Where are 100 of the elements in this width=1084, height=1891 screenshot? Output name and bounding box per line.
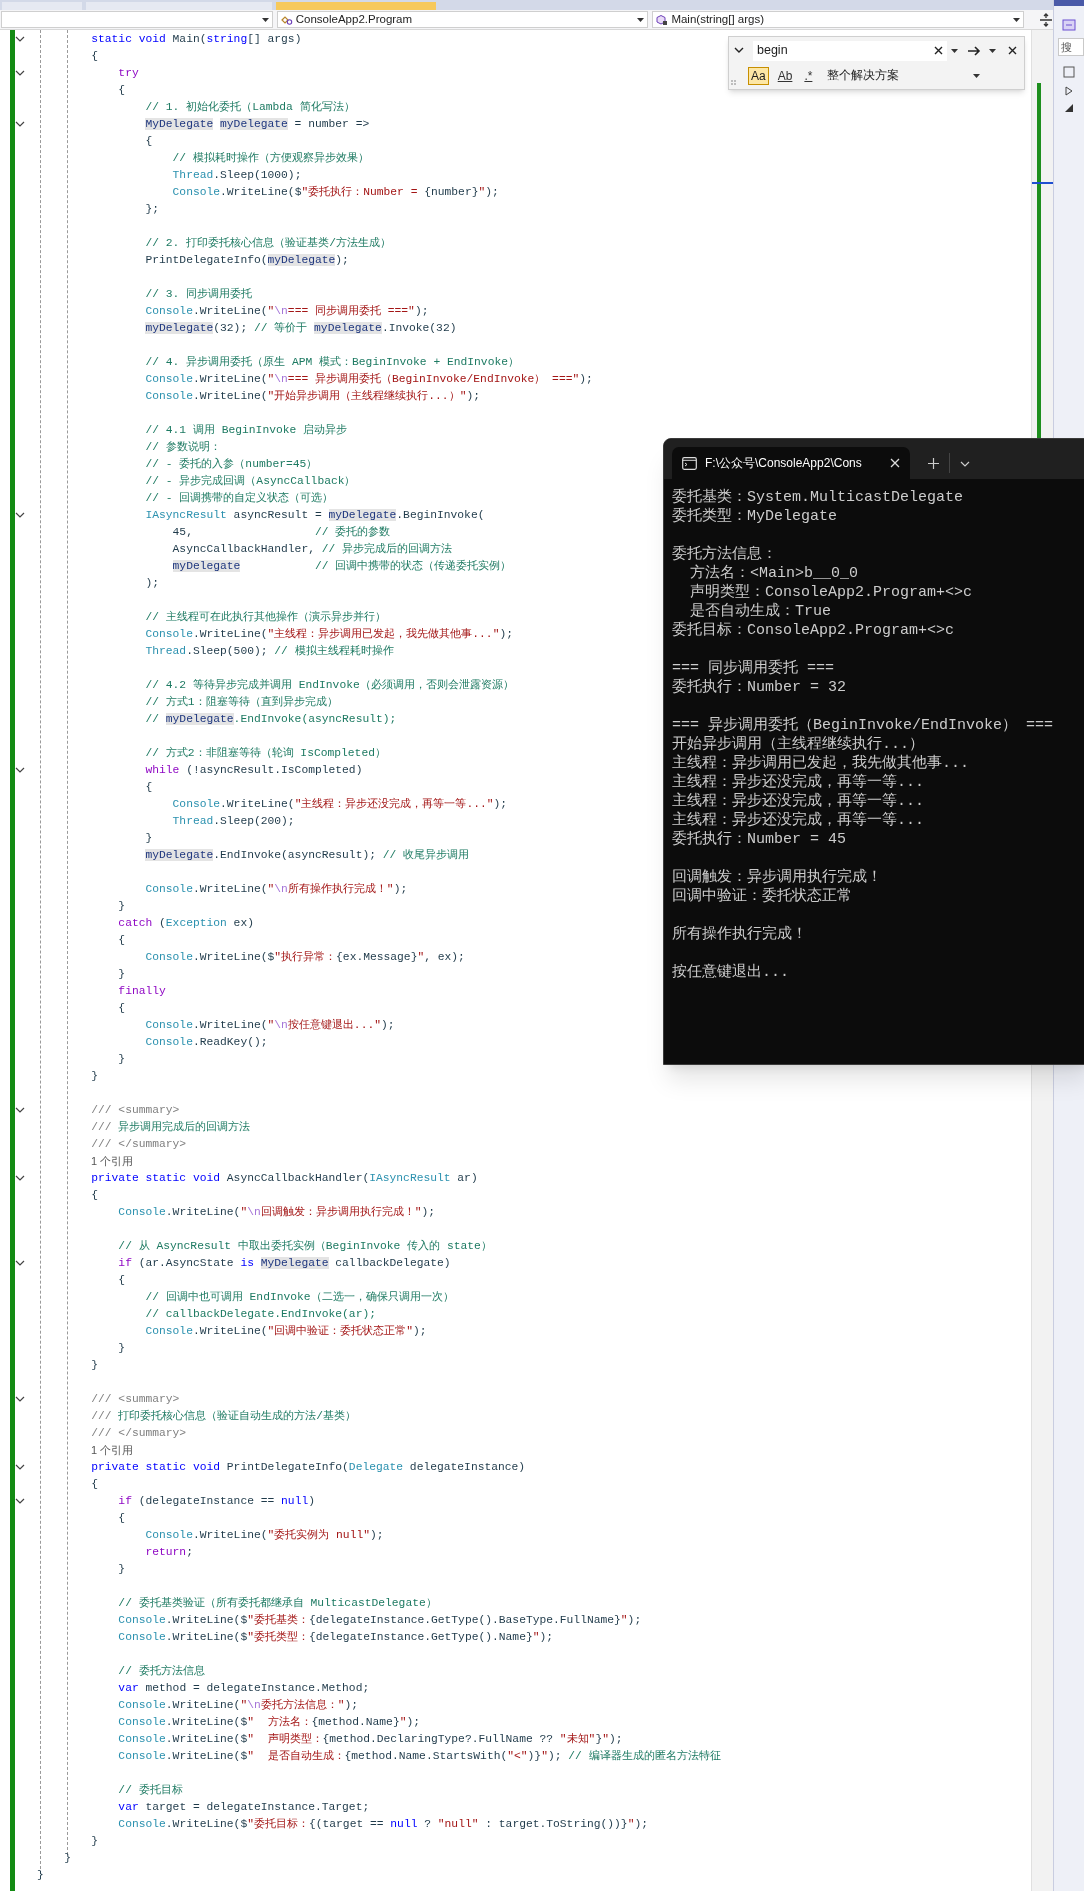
- code-line: {: [91, 1188, 98, 1203]
- code-line: // 委托方法信息: [118, 1664, 205, 1679]
- code-line: finally: [118, 984, 166, 999]
- console-output-line: 是否自动生成：True: [690, 602, 832, 621]
- code-line: if (ar.AsyncState is MyDelegate callbackDelegate): [118, 1256, 451, 1271]
- code-line: if (delegateInstance == null): [118, 1494, 315, 1509]
- code-line: }: [118, 967, 126, 982]
- code-line: Console.WriteLine($"委托类型：{delegateInstance.GetType().Name}");: [118, 1630, 554, 1645]
- code-line: // 4.2 等待异步完成并调用 EndInvoke（必须调用，否则会泄露资源）: [145, 678, 514, 693]
- code-line: myDelegate.EndInvoke(asyncResult); // 收尾异步调用: [145, 848, 470, 863]
- code-line: Console.WriteLine("\n所有操作执行完成！");: [145, 882, 408, 897]
- code-line: }: [37, 1868, 44, 1883]
- code-line: return;: [145, 1545, 193, 1560]
- code-line: }: [91, 1358, 98, 1373]
- code-line: Thread.Sleep(200);: [172, 814, 295, 829]
- code-line: {: [145, 780, 153, 795]
- code-line: // 4.1 调用 BeginInvoke 启动异步: [145, 423, 348, 438]
- code-line: 45, // 委托的参数: [172, 525, 391, 540]
- console-output-line: 开始异步调用（主线程继续执行...）: [672, 735, 924, 754]
- code-line: Console.WriteLine("委托实例为 null");: [145, 1528, 384, 1543]
- code-line: Thread.Sleep(500); // 模拟主线程耗时操作: [145, 644, 394, 659]
- console-output-line: 所有操作执行完成！: [672, 925, 807, 944]
- code-line: // 委托目标: [118, 1783, 183, 1798]
- console-output-line: 委托方法信息：: [672, 545, 777, 564]
- code-line: Console.WriteLine("\n=== 异步调用委托（BeginInvoke/EndInvoke） ===");: [145, 372, 593, 387]
- code-line: }: [91, 1834, 98, 1849]
- code-line: /// 异步调用完成后的回调方法: [91, 1120, 251, 1135]
- code-line: var target = delegateInstance.Target;: [118, 1800, 370, 1815]
- code-line: // 从 AsyncResult 中取出委托实例（BeginInvoke 传入的 state）: [118, 1239, 492, 1254]
- code-line: Console.WriteLine($" 是否自动生成：{method.Name.StartsWith("<")}"); // 编译器生成的匿名方法特征: [118, 1749, 721, 1764]
- code-line: IAsyncResult asyncResult = myDelegate.BeginInvoke(: [145, 508, 485, 523]
- code-line: Console.WriteLine($"委托目标：{(target == null ? "null" : target.ToString())}");: [118, 1817, 648, 1832]
- code-line: Console.WriteLine($"委托执行：Number = {number}");: [172, 185, 499, 200]
- code-line: // 3. 同步调用委托: [145, 287, 253, 302]
- console-output-line: 主线程：异步还没完成，再等一等...: [672, 811, 924, 830]
- code-line: Console.WriteLine($" 方法名：{method.Name}");: [118, 1715, 420, 1730]
- code-line: Thread.Sleep(1000);: [172, 168, 302, 183]
- console-output-line: 主线程：异步还没完成，再等一等...: [672, 773, 924, 792]
- code-line: // 委托基类验证（所有委托都继承自 MulticastDelegate）: [118, 1596, 437, 1611]
- code-line: Console.WriteLine("\n按任意键退出...");: [145, 1018, 395, 1033]
- console-output-line: 按任意键退出...: [672, 963, 789, 982]
- code-line: {: [118, 1273, 126, 1288]
- code-line: // 2. 打印委托核心信息（验证基类/方法生成）: [145, 236, 391, 251]
- code-line: Console.WriteLine("\n=== 同步调用委托 ===");: [145, 304, 429, 319]
- console-output-line: === 同步调用委托 ===: [672, 659, 834, 678]
- code-line: /// <summary>: [91, 1103, 180, 1118]
- code-line: // 模拟耗时操作（方便观察异步效果）: [172, 151, 369, 166]
- console-output-line: 委托类型：MyDelegate: [672, 507, 837, 526]
- code-line: {: [91, 49, 98, 64]
- code-line: private static void AsyncCallbackHandler(IAsyncResult ar): [91, 1171, 478, 1186]
- console-output-line: 委托基类：System.MulticastDelegate: [672, 488, 964, 507]
- code-line: }: [145, 831, 153, 846]
- code-line: );: [145, 576, 160, 591]
- code-line: {: [118, 933, 126, 948]
- code-line: // 1. 初始化委托（Lambda 简化写法）: [145, 100, 355, 115]
- code-line: }: [118, 1562, 126, 1577]
- code-line: {: [91, 1477, 98, 1492]
- code-line: PrintDelegateInfo(myDelegate);: [145, 253, 349, 268]
- console-output-line: 方法名：<Main>b__0_0: [690, 564, 859, 583]
- console-output-line: 回调触发：异步调用执行完成！: [672, 868, 882, 887]
- code-line: Console.WriteLine("主线程：异步还没完成，再等一等...");: [172, 797, 508, 812]
- code-line: MyDelegate myDelegate = number =>: [145, 117, 370, 132]
- code-line: /// </summary>: [91, 1137, 187, 1152]
- code-line: /// </summary>: [91, 1426, 187, 1441]
- code-line: Console.WriteLine("\n委托方法信息：");: [118, 1698, 359, 1713]
- code-line: AsyncCallbackHandler, // 异步完成后的回调方法: [172, 542, 453, 557]
- code-line: static void Main(string[] args): [91, 32, 302, 47]
- code-line: /// <summary>: [91, 1392, 180, 1407]
- console-tab-title: F:\公众号\ConsoleApp2\Cons: [705, 455, 863, 472]
- code-line: }: [118, 1052, 126, 1067]
- code-line: // callbackDelegate.EndInvoke(ar);: [145, 1307, 376, 1322]
- code-line: // - 委托的入参（number=45）: [145, 457, 318, 472]
- console-output-line: 声明类型：ConsoleApp2.Program+<>c: [690, 583, 973, 602]
- code-line: // myDelegate.EndInvoke(asyncResult);: [145, 712, 397, 727]
- code-line: myDelegate // 回调中携带的状态（传递委托实例）: [172, 559, 512, 574]
- code-line: }: [118, 899, 126, 914]
- code-line: }: [118, 1341, 126, 1356]
- code-line: Console.WriteLine("回调中验证：委托状态正常");: [145, 1324, 427, 1339]
- code-line: // 方式1：阻塞等待（直到异步完成）: [145, 695, 338, 710]
- code-line: // 方式2：非阻塞等待（轮询 IsCompleted）: [145, 746, 386, 761]
- code-line: {: [118, 1001, 126, 1016]
- code-line: try: [118, 66, 139, 81]
- console-output-line: 委托目标：ConsoleApp2.Program+<>c: [672, 621, 955, 640]
- code-line: // 参数说明：: [145, 440, 221, 455]
- code-line: }: [91, 1069, 98, 1084]
- console-output-line: 回调中验证：委托状态正常: [672, 887, 852, 906]
- code-line: Console.WriteLine($"委托基类：{delegateInstance.GetType().BaseType.FullName}");: [118, 1613, 642, 1628]
- code-line: {: [118, 1511, 126, 1526]
- code-line: // - 回调携带的自定义状态（可选）: [145, 491, 334, 506]
- code-line: /// 打印委托核心信息（验证自动生成的方法/基类）: [91, 1409, 357, 1424]
- console-output-line: 委托执行：Number = 45: [672, 830, 847, 849]
- code-line: Console.ReadKey();: [145, 1035, 268, 1050]
- code-line: catch (Exception ex): [118, 916, 254, 931]
- code-line: {: [145, 134, 153, 149]
- code-line: Console.WriteLine("\n回调触发：异步调用执行完成！");: [118, 1205, 436, 1220]
- code-line: // 4. 异步调用委托（原生 APM 模式：BeginInvoke + EndInvoke）: [145, 355, 519, 370]
- code-line: {: [118, 83, 126, 98]
- code-line: // 回调中也可调用 EndInvoke（二选一，确保只调用一次）: [145, 1290, 454, 1305]
- console-output-line: === 异步调用委托（BeginInvoke/EndInvoke） ===: [672, 716, 1054, 735]
- code-line: // 主线程可在此执行其他操作（演示异步并行）: [145, 610, 386, 625]
